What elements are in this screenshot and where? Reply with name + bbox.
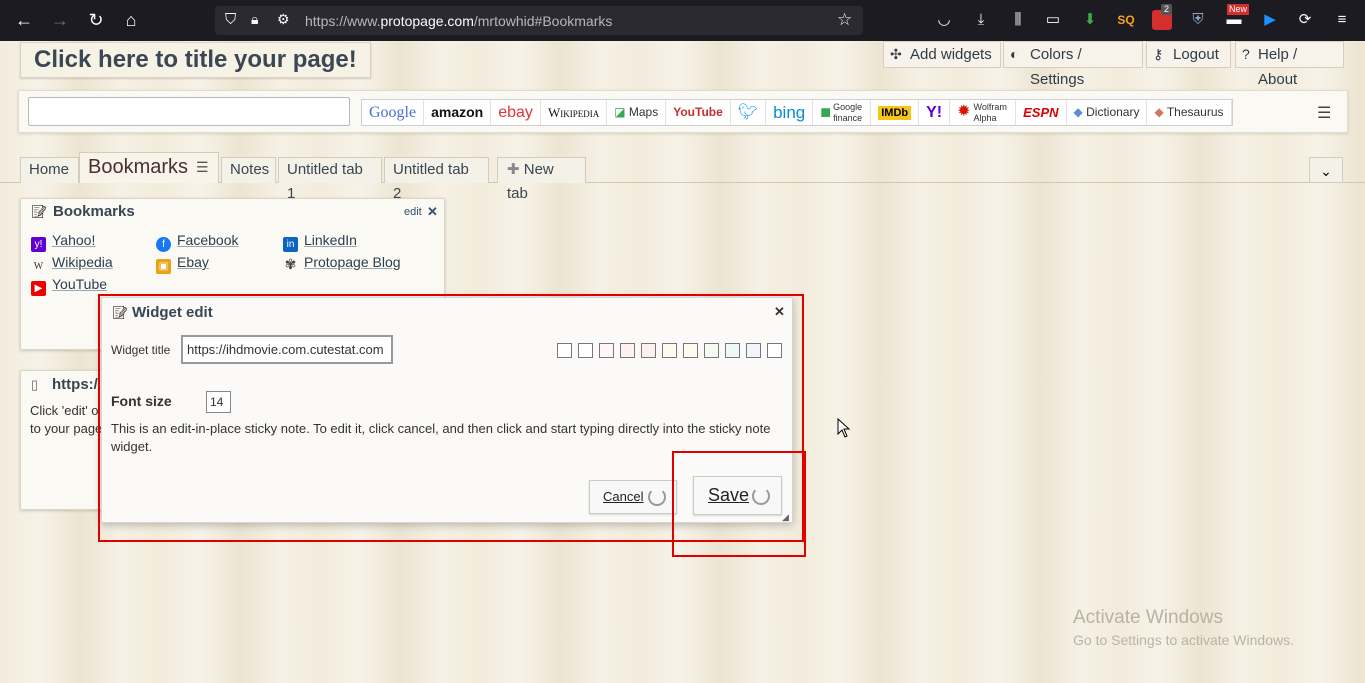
page-title[interactable]: Click here to title your page! xyxy=(20,42,371,78)
engine-espn[interactable]: ESPN xyxy=(1016,100,1067,125)
linkedin-icon: in xyxy=(283,237,298,252)
tab-untitled-2[interactable]: Untitled tab 2 xyxy=(384,157,489,202)
activate-windows-title: Activate Windows xyxy=(1073,607,1223,628)
twitter-bird-icon: 🐦︎ xyxy=(737,104,759,121)
download-helper-icon[interactable]: ⬇ xyxy=(1080,10,1100,30)
document-icon: ▯ xyxy=(31,377,39,392)
engine-wikipedia[interactable]: Wikipedia xyxy=(541,100,608,125)
bookmarks-widget-title[interactable]: Bookmarks xyxy=(53,203,135,220)
engine-google-finance[interactable]: ■ Google finance xyxy=(813,100,872,125)
sticky-note-title[interactable]: https:/ xyxy=(52,376,98,393)
yahoo-icon: y! xyxy=(31,237,46,252)
engine-google[interactable]: Google xyxy=(362,100,425,125)
reload-icon[interactable]: ↻ xyxy=(84,8,108,32)
engine-amazon[interactable]: amazon xyxy=(424,100,492,125)
back-icon[interactable]: ← xyxy=(12,8,36,32)
mouse-cursor-icon xyxy=(837,418,851,438)
extension-badge-count: 2 xyxy=(1161,4,1173,15)
engine-bing[interactable]: bing xyxy=(766,100,814,125)
colors-settings-button[interactable]: ◐ Colors / Settings xyxy=(1003,41,1143,88)
sidebar-icon[interactable]: ▭ xyxy=(1043,10,1063,30)
address-bar[interactable]: ⛉ 🔒︎ ⚙ https://www.protopage.com/mrtowhi… xyxy=(215,6,863,35)
tab-menu-icon[interactable]: ☰ xyxy=(196,153,209,182)
new-tab-button[interactable]: ✚ New tab xyxy=(497,157,586,202)
engine-yahoo[interactable]: Y! xyxy=(919,100,951,125)
palette-icon: ◐ xyxy=(1010,46,1019,62)
engine-dictionary[interactable]: ◆ Dictionary xyxy=(1067,100,1148,125)
search-input[interactable] xyxy=(28,97,350,126)
forward-icon[interactable]: → xyxy=(48,8,72,32)
ebay-bag-icon: ▣ xyxy=(156,259,171,274)
widget-edit-link[interactable]: edit xyxy=(404,206,422,218)
player-extension-icon[interactable]: ▶ xyxy=(1260,10,1280,30)
engines-menu-icon[interactable]: ☰ xyxy=(1317,103,1337,123)
youtube-icon: ▶ xyxy=(31,281,46,296)
bookmark-youtube[interactable]: ▶ YouTube xyxy=(31,276,107,296)
bookmark-yahoo[interactable]: y! Yahoo! xyxy=(31,232,95,252)
logout-button[interactable]: ⚷ Logout xyxy=(1146,41,1231,68)
bookmark-ebay[interactable]: ▣ Ebay xyxy=(156,254,209,274)
tab-notes[interactable]: Notes xyxy=(221,157,276,183)
engine-ebay[interactable]: ebay xyxy=(491,100,541,125)
wikipedia-icon: W xyxy=(33,261,44,272)
widget-close-icon[interactable]: ✕ xyxy=(427,204,438,220)
search-engine-list: Google amazon ebay Wikipedia ◪ Maps YouT… xyxy=(361,99,1233,126)
tab-bookmarks-label: Bookmarks xyxy=(88,156,189,178)
bookmark-facebook[interactable]: f Facebook xyxy=(156,232,238,252)
engine-twitter[interactable]: 🐦︎ xyxy=(731,100,767,125)
browser-toolbar: ← → ↻ ⌂ ⛉ 🔒︎ ⚙ https://www.protopage.com… xyxy=(0,0,1365,41)
bookmark-wikipedia[interactable]: W Wikipedia xyxy=(31,254,113,274)
sticky-note-body[interactable]: Click 'edit' o to your page xyxy=(30,402,102,438)
home-icon[interactable]: ⌂ xyxy=(119,8,143,32)
activate-windows-subtitle: Go to Settings to activate Windows. xyxy=(1073,632,1294,648)
puzzle-icon: ✣ xyxy=(890,46,902,62)
engine-thesaurus[interactable]: ◆ Thesaurus xyxy=(1147,100,1232,125)
library-icon[interactable]: ⫼ xyxy=(1008,10,1028,30)
search-bar-widget: Google amazon ebay Wikipedia ◪ Maps YouT… xyxy=(18,90,1348,133)
bookmark-star-icon[interactable]: ☆ xyxy=(837,10,852,30)
annotation-box-save xyxy=(672,451,806,557)
add-widgets-button[interactable]: ✣ Add widgets xyxy=(883,41,1001,68)
wolfram-icon: ✹ xyxy=(957,103,971,120)
news-extension-icon[interactable]: New ▬ xyxy=(1224,4,1250,30)
maps-icon: ◪ xyxy=(614,105,626,119)
seo-extension-icon[interactable]: SQ xyxy=(1116,10,1136,30)
tab-bookmarks[interactable]: Bookmarks ☰ xyxy=(79,152,219,183)
hamburger-menu-icon[interactable]: ≡ xyxy=(1332,10,1352,30)
engine-wolfram-alpha[interactable]: ✹ Wolfram Alpha xyxy=(950,100,1017,125)
tab-untitled-1[interactable]: Untitled tab 1 xyxy=(278,157,382,202)
key-icon: ⚷ xyxy=(1153,46,1164,62)
plus-icon: ✚ xyxy=(507,161,520,178)
bookmark-linkedin[interactable]: in LinkedIn xyxy=(283,232,357,252)
dictionary-icon: ◆ xyxy=(1073,105,1083,119)
help-icon: ? xyxy=(1242,46,1250,62)
help-about-button[interactable]: ? Help / About xyxy=(1235,41,1344,88)
engine-youtube[interactable]: YouTube xyxy=(666,100,731,125)
url-text: https://www.protopage.com/mrtowhid#Bookm… xyxy=(305,13,613,29)
permissions-icon[interactable]: ⚙ xyxy=(277,11,290,28)
sticky-note-widget: ▯ https:/ Click 'edit' o to your page xyxy=(20,370,110,510)
protopage-blog-icon: ✾ xyxy=(284,256,297,272)
shield-icon[interactable]: ⛉ xyxy=(225,11,236,28)
pocket-icon[interactable]: ◡ xyxy=(934,10,954,30)
extension-red-icon[interactable]: 2 xyxy=(1152,4,1173,30)
facebook-icon: f xyxy=(156,237,171,252)
downloads-icon[interactable]: ⤓ xyxy=(971,10,991,30)
privacy-shield-icon[interactable]: ⛨ xyxy=(1188,10,1208,30)
thesaurus-icon: ◆ xyxy=(1154,105,1164,119)
sync-icon[interactable]: ⟳ xyxy=(1295,10,1315,30)
bookmark-protopage-blog[interactable]: ✾ Protopage Blog xyxy=(283,254,401,272)
engine-maps[interactable]: ◪ Maps xyxy=(607,100,667,125)
tab-home[interactable]: Home xyxy=(20,157,79,183)
lock-icon[interactable]: 🔒︎ xyxy=(251,11,258,28)
engine-imdb[interactable]: IMDb xyxy=(871,100,920,125)
new-badge: New xyxy=(1227,4,1250,15)
google-finance-icon: ■ xyxy=(820,102,832,122)
edit-note-icon: 📝︎ xyxy=(31,204,48,219)
collapse-tabs-icon[interactable]: ⌄ xyxy=(1309,157,1343,183)
